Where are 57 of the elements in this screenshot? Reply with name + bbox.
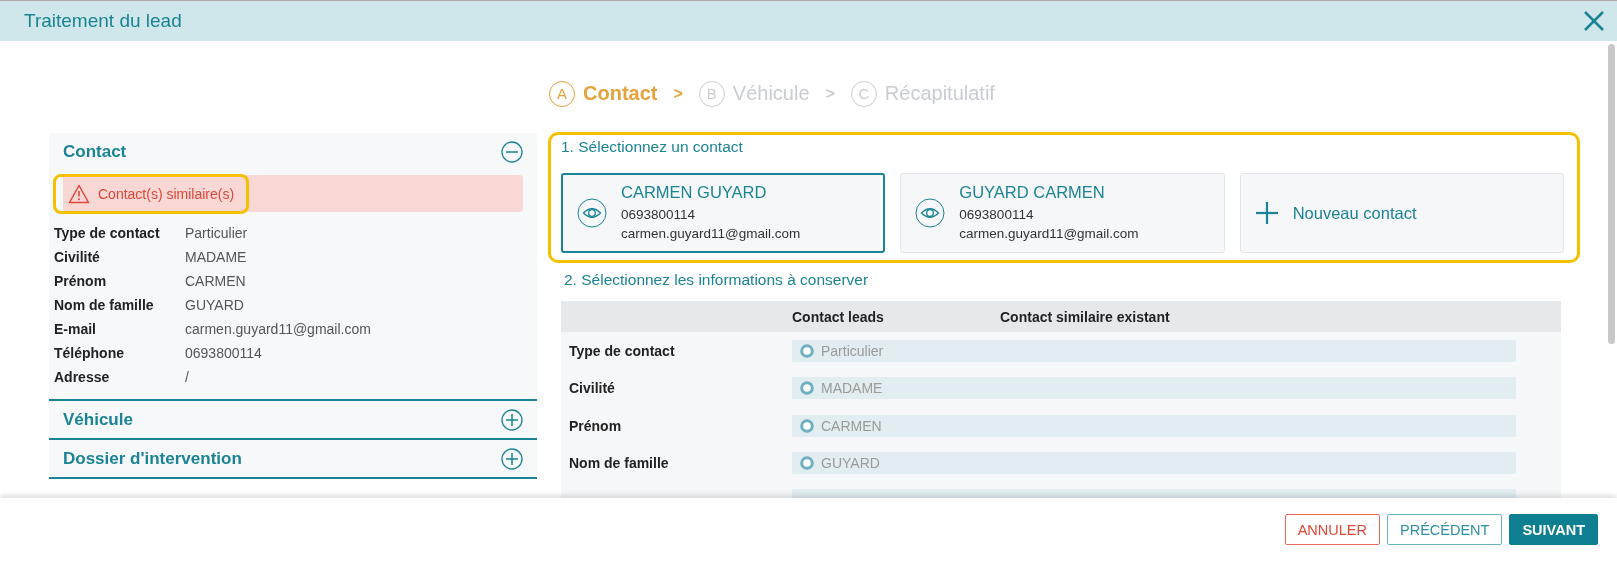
field-label: Civilité [54,249,101,265]
contact-name: GUYARD CARMEN [959,183,1106,202]
plus-icon [1254,201,1279,225]
scrollbar[interactable] [1608,44,1615,344]
radio-icon [800,381,814,396]
expand-icon[interactable] [501,447,523,470]
row-label: Nom de famille [568,455,670,472]
field-value: MADAME [185,249,247,265]
eye-icon [915,198,946,228]
new-contact-card[interactable]: Nouveau contact [1239,173,1564,253]
contact-card[interactable]: CARMEN GUYARD 0693800114 carmen.guyard11@gmail.com [561,173,886,253]
radio-icon [800,343,814,358]
expand-icon[interactable] [501,408,523,431]
cancel-button[interactable]: ANNULER [1284,514,1380,545]
step[interactable]: A Contact [549,80,658,107]
collapse-icon[interactable] [501,140,523,163]
next-button[interactable]: SUIVANT [1509,514,1598,545]
field-label: E-mail [54,321,97,337]
field-value: / [185,369,189,385]
field-label: Adresse [54,369,111,385]
contact-email: carmen.guyard11@gmail.com [959,225,1139,243]
section-title[interactable]: Véhicule [63,409,133,430]
field-value: Particulier [185,225,248,241]
section-heading: 2. Sélectionnez les informations à conserver [564,271,869,289]
row-label: Prénom [568,417,623,434]
field-label: Nom de famille [54,297,155,313]
card-label: Nouveau contact [1292,203,1417,223]
radio-icon [800,418,814,433]
field-label: Type de contact [54,225,161,241]
contact-card[interactable]: GUYARD CARMEN 0693800114 carmen.guyard11@gmail.com [900,173,1225,253]
field-value: CARMEN [185,273,246,289]
alert-text: Contact(s) similaire(s) [98,185,235,202]
column-header: Contact similaire existant [1000,308,1170,325]
eye-icon [577,198,607,228]
window-title: Traitement du lead [24,10,182,32]
option-field[interactable] [792,489,1516,498]
row-label: Civilité [568,380,616,397]
contact-phone: 0693800114 [621,206,697,224]
contact-email: carmen.guyard11@gmail.com [621,225,801,243]
row-label: Type de contact [568,342,676,359]
section-heading: 1. Sélectionnez un contact [561,138,743,156]
section-title[interactable]: Dossier d'intervention [63,448,242,469]
column-header: Contact leads [792,308,885,325]
field-value: 0693800114 [185,345,262,361]
step-separator: > [673,84,683,103]
contact-name: CARMEN GUYARD [621,183,768,202]
warning-icon [68,183,90,204]
close-icon[interactable] [1583,10,1605,32]
previous-button[interactable]: PRÉCÉDENT [1387,514,1503,545]
section-title[interactable]: Contact [63,141,127,162]
field-label: Téléphone [54,345,125,361]
field-value: carmen.guyard11@gmail.com [185,321,371,337]
radio-icon [800,456,814,471]
field-label: Prénom [54,273,108,289]
step-separator: > [825,84,835,103]
contact-phone: 0693800114 [959,206,1035,224]
field-value: GUYARD [185,297,244,313]
